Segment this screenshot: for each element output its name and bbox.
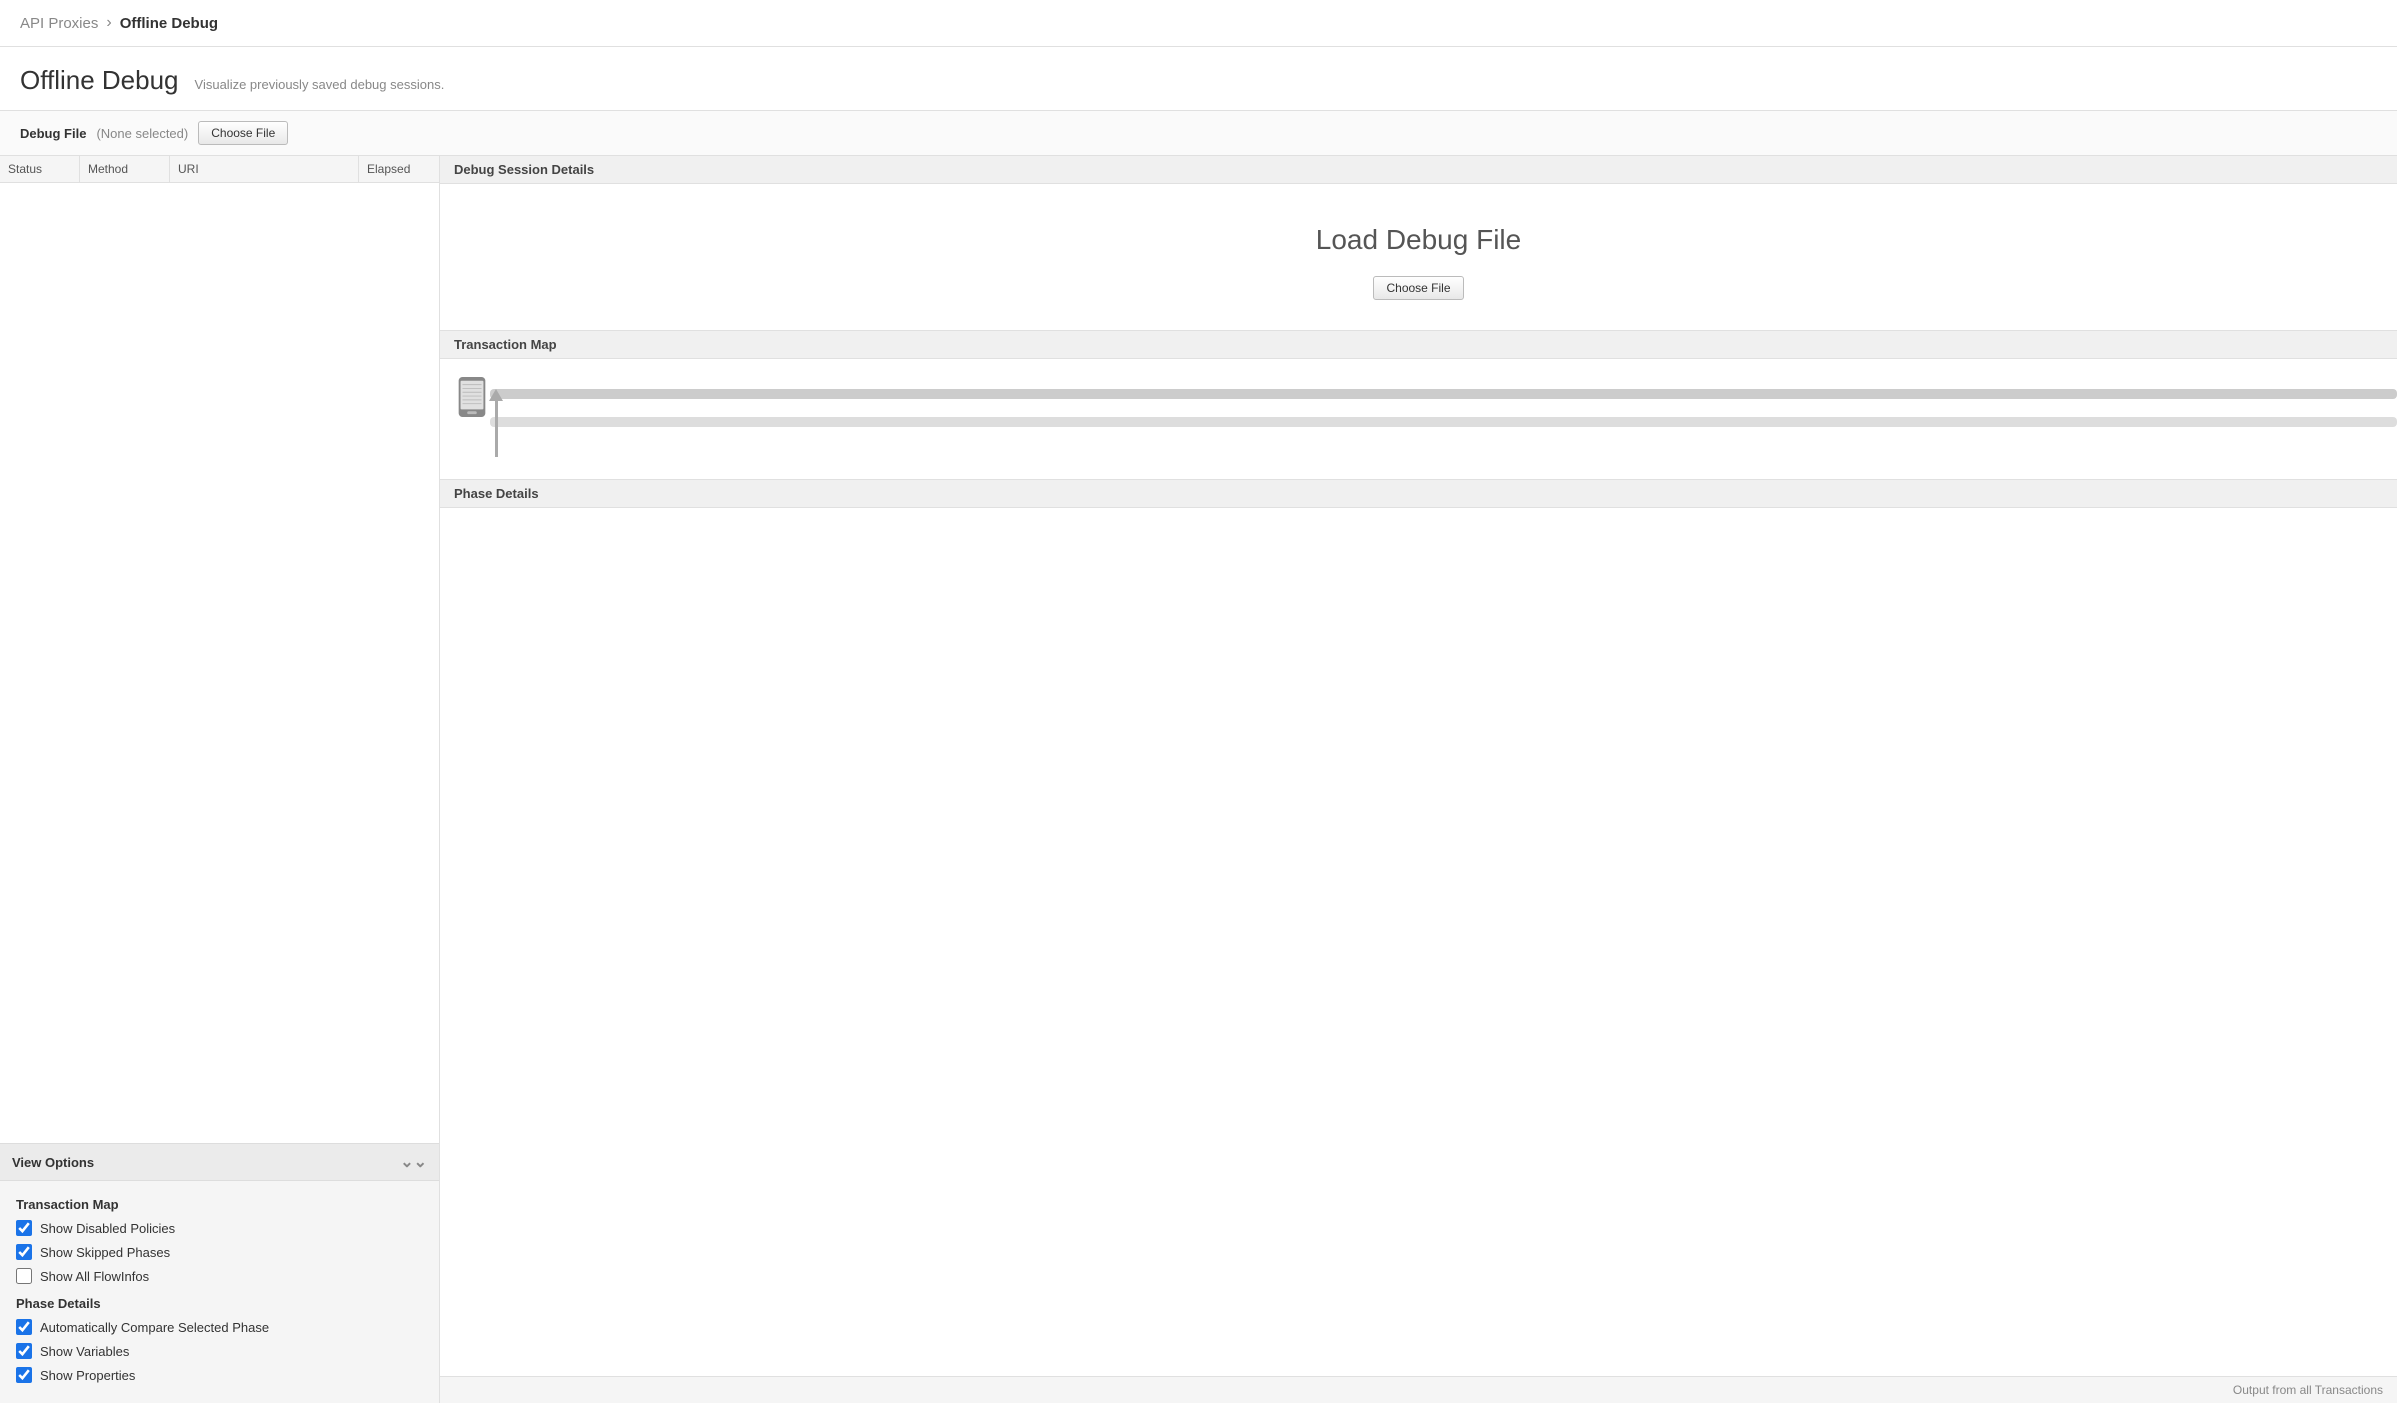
line-return [490, 417, 2397, 427]
auto-compare-label[interactable]: Automatically Compare Selected Phase [40, 1320, 269, 1335]
view-options-title: View Options [12, 1155, 94, 1170]
phase-details-section: Phase Details [440, 480, 2397, 1376]
vo-item-show-all-flowinfos: Show All FlowInfos [16, 1268, 423, 1284]
auto-compare-checkbox[interactable] [16, 1319, 32, 1335]
col-method: Method [80, 156, 170, 182]
show-variables-checkbox[interactable] [16, 1343, 32, 1359]
vo-item-auto-compare: Automatically Compare Selected Phase [16, 1319, 423, 1335]
vo-item-show-disabled: Show Disabled Policies [16, 1220, 423, 1236]
transaction-map-content [440, 359, 2397, 479]
show-variables-label[interactable]: Show Variables [40, 1344, 129, 1359]
vo-item-show-properties: Show Properties [16, 1367, 423, 1383]
arrow-shaft [495, 401, 498, 457]
show-skipped-label[interactable]: Show Skipped Phases [40, 1245, 170, 1260]
show-properties-checkbox[interactable] [16, 1367, 32, 1383]
show-skipped-checkbox[interactable] [16, 1244, 32, 1260]
left-panel: Status Method URI Elapsed View Options ⌄… [0, 156, 440, 1403]
phone-icon [456, 377, 488, 417]
line-forward [490, 389, 2397, 399]
transaction-map-section: Transaction Map [440, 331, 2397, 480]
choose-file-button-top[interactable]: Choose File [198, 121, 288, 145]
right-panel: Debug Session Details Load Debug File Ch… [440, 156, 2397, 1403]
breadcrumb: API Proxies › Offline Debug [0, 0, 2397, 47]
debug-file-bar: Debug File (None selected) Choose File [0, 111, 2397, 156]
col-status: Status [0, 156, 80, 182]
page-header: Offline Debug Visualize previously saved… [0, 47, 2397, 111]
view-options-header[interactable]: View Options ⌄⌄ [0, 1144, 439, 1181]
vo-phase-details-label: Phase Details [16, 1296, 423, 1311]
page-title: Offline Debug [20, 65, 179, 96]
debug-file-label: Debug File [20, 126, 86, 141]
transaction-table: Status Method URI Elapsed [0, 156, 439, 1143]
show-all-flowinfos-checkbox[interactable] [16, 1268, 32, 1284]
show-disabled-label[interactable]: Show Disabled Policies [40, 1221, 175, 1236]
vo-item-show-skipped: Show Skipped Phases [16, 1244, 423, 1260]
load-debug-title: Load Debug File [1316, 224, 1521, 256]
bottom-bar-text: Output from all Transactions [2233, 1383, 2383, 1397]
show-all-flowinfos-label[interactable]: Show All FlowInfos [40, 1269, 149, 1284]
breadcrumb-current: Offline Debug [120, 15, 218, 32]
collapse-icon[interactable]: ⌄⌄ [400, 1152, 427, 1172]
arrow-up [490, 389, 502, 457]
tx-map-lines [490, 377, 2397, 457]
vo-tx-map-label: Transaction Map [16, 1197, 423, 1212]
breadcrumb-separator: › [106, 14, 111, 32]
tx-table-header: Status Method URI Elapsed [0, 156, 439, 183]
main-layout: Status Method URI Elapsed View Options ⌄… [0, 156, 2397, 1403]
transaction-map-header: Transaction Map [440, 331, 2397, 359]
debug-file-status: (None selected) [96, 126, 188, 141]
page-subtitle: Visualize previously saved debug session… [195, 77, 445, 92]
breadcrumb-parent[interactable]: API Proxies [20, 15, 98, 32]
debug-session-header: Debug Session Details [440, 156, 2397, 184]
debug-session-details: Debug Session Details Load Debug File Ch… [440, 156, 2397, 331]
view-options-content: Transaction Map Show Disabled Policies S… [0, 1181, 439, 1403]
bottom-bar: Output from all Transactions [440, 1376, 2397, 1403]
choose-file-button-main[interactable]: Choose File [1373, 276, 1463, 300]
load-debug-area: Load Debug File Choose File [440, 184, 2397, 330]
show-disabled-checkbox[interactable] [16, 1220, 32, 1236]
arrow-head [489, 389, 503, 401]
show-properties-label[interactable]: Show Properties [40, 1368, 135, 1383]
vo-item-show-variables: Show Variables [16, 1343, 423, 1359]
view-options: View Options ⌄⌄ Transaction Map Show Dis… [0, 1143, 439, 1403]
phase-details-header: Phase Details [440, 480, 2397, 508]
col-uri: URI [170, 156, 359, 182]
col-elapsed: Elapsed [359, 156, 439, 182]
